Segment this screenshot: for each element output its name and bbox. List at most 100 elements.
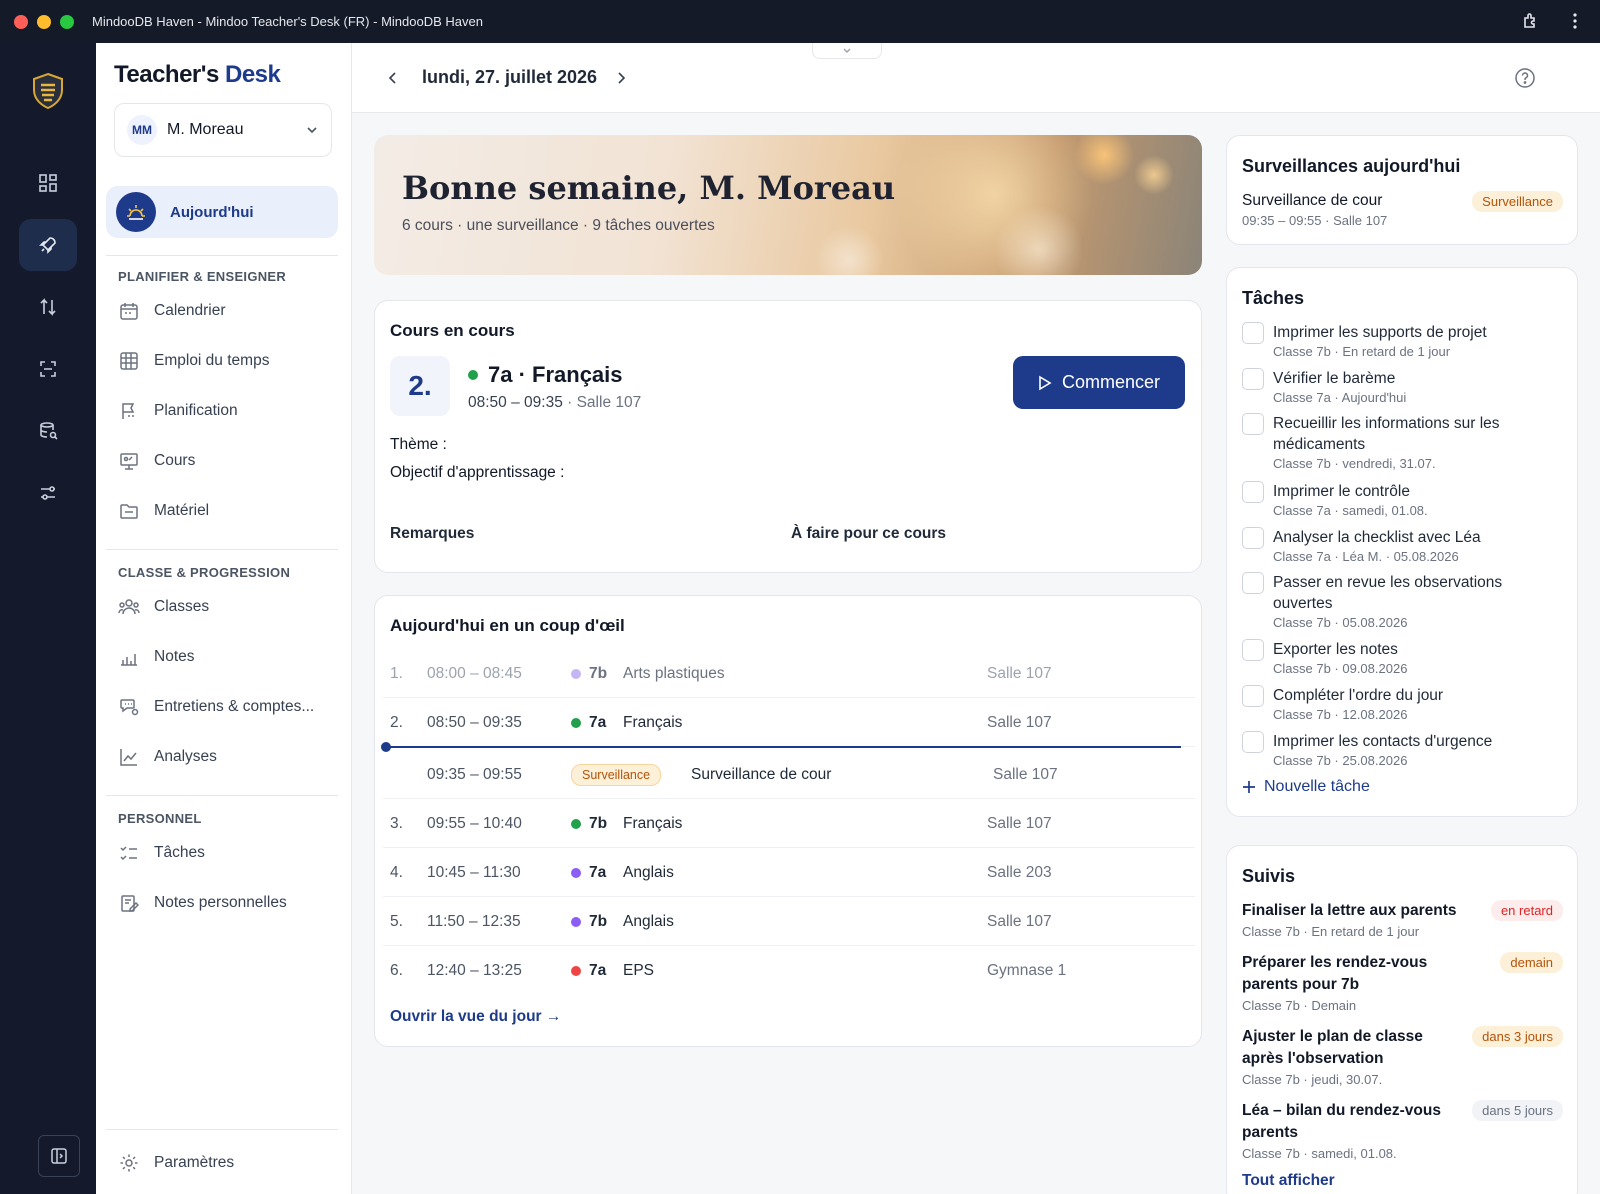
chat-icon bbox=[118, 696, 140, 718]
sidebar-toggle-button[interactable] bbox=[38, 1135, 80, 1177]
sidebar-item-label: Classes bbox=[154, 598, 210, 615]
sidebar-item-grades[interactable]: Notes bbox=[118, 641, 332, 673]
schedule-row[interactable]: 1. 08:00 – 08:45 7b Arts plastiques Sall… bbox=[383, 650, 1195, 698]
schedule-row[interactable]: 3. 09:55 – 10:40 7b Français Salle 107 bbox=[383, 800, 1195, 848]
period-number: 1. bbox=[390, 664, 403, 682]
window-title: MindooDB Haven - Mindoo Teacher's Desk (… bbox=[92, 14, 483, 29]
next-day-button[interactable] bbox=[608, 65, 634, 91]
task-checkbox[interactable] bbox=[1242, 685, 1264, 707]
task-title[interactable]: Passer en revue les observations ouverte… bbox=[1273, 572, 1562, 614]
sidebar-item-settings[interactable]: Paramètres bbox=[118, 1147, 332, 1179]
schedule-row[interactable]: 2. 08:50 – 09:35 7a Français Salle 107 bbox=[383, 699, 1195, 747]
dashboard-icon[interactable] bbox=[19, 157, 77, 209]
supervision-item-title: Surveillance de cour bbox=[1242, 192, 1383, 209]
task-title[interactable]: Imprimer le contrôle bbox=[1273, 481, 1428, 502]
task-checkbox[interactable] bbox=[1242, 481, 1264, 503]
schedule-row-supervision[interactable]: 09:35 – 09:55 Surveillance Surveillance … bbox=[383, 751, 1195, 799]
schedule-row[interactable]: 5. 11:50 – 12:35 7b Anglais Salle 107 bbox=[383, 898, 1195, 946]
user-name: M. Moreau bbox=[167, 121, 244, 138]
schedule-row[interactable]: 6. 12:40 – 13:25 7a EPS Gymnase 1 bbox=[383, 947, 1195, 995]
sidebar-item-meetings[interactable]: Entretiens & comptes... bbox=[118, 691, 332, 723]
sort-icon[interactable] bbox=[19, 281, 77, 333]
task-title[interactable]: Imprimer les contacts d'urgence bbox=[1273, 731, 1492, 752]
day-overview-card: Aujourd'hui en un coup d'œil 1. 08:00 – … bbox=[374, 595, 1202, 1047]
minimize-window-button[interactable] bbox=[37, 14, 51, 29]
start-lesson-label: Commencer bbox=[1061, 372, 1161, 392]
user-selector[interactable]: MM M. Moreau bbox=[114, 103, 332, 157]
class-color-dot bbox=[571, 966, 581, 976]
close-window-button[interactable] bbox=[14, 14, 28, 29]
task-checkbox[interactable] bbox=[1242, 368, 1264, 390]
app-rail bbox=[0, 43, 96, 1194]
card-title: Tâches bbox=[1242, 288, 1305, 308]
sidebar-item-label: Entretiens & comptes... bbox=[154, 698, 315, 715]
card-title: Cours en cours bbox=[390, 321, 515, 340]
sidebar-item-label: Aujourd'hui bbox=[170, 203, 254, 221]
sidebar-item-planning[interactable]: Planification bbox=[118, 395, 332, 427]
task-checkbox[interactable] bbox=[1242, 572, 1264, 594]
task-title[interactable]: Compléter l'ordre du jour bbox=[1273, 685, 1443, 706]
welcome-banner: Bonne semaine, M. Moreau 6 cours · une s… bbox=[374, 135, 1202, 275]
task-checkbox[interactable] bbox=[1242, 413, 1264, 435]
supervision-item[interactable]: Surveillance de cour 09:35 – 09:55 · Sal… bbox=[1242, 192, 1387, 228]
task-checkbox[interactable] bbox=[1242, 731, 1264, 753]
subject: EPS bbox=[623, 962, 655, 979]
sidebar-item-timetable[interactable]: Emploi du temps bbox=[118, 345, 332, 377]
task-checkbox[interactable] bbox=[1242, 527, 1264, 549]
room: Salle 107 bbox=[987, 814, 1052, 832]
period-number: 4. bbox=[390, 863, 403, 881]
see-all-link[interactable]: Tout afficher bbox=[1242, 1172, 1335, 1190]
sidebar-item-calendar[interactable]: Calendrier bbox=[118, 295, 332, 327]
sidebar-item-label: Paramètres bbox=[154, 1154, 235, 1171]
sidebar-item-materials[interactable]: Matériel bbox=[118, 495, 332, 527]
task-checkbox[interactable] bbox=[1242, 639, 1264, 661]
followup-badge: dans 3 jours bbox=[1472, 1026, 1563, 1047]
help-button[interactable] bbox=[1512, 65, 1538, 91]
plus-icon bbox=[1243, 781, 1255, 793]
period-number: 6. bbox=[390, 962, 403, 979]
database-search-icon[interactable] bbox=[19, 405, 77, 457]
task-title[interactable]: Vérifier le barème bbox=[1273, 368, 1406, 389]
scan-icon[interactable] bbox=[19, 343, 77, 395]
maximize-window-button[interactable] bbox=[60, 14, 74, 29]
period-number: 5. bbox=[390, 912, 403, 930]
new-task-button[interactable]: Nouvelle tâche bbox=[1242, 778, 1370, 796]
rocket-icon[interactable] bbox=[19, 219, 77, 271]
task-title[interactable]: Imprimer les supports de projet bbox=[1273, 322, 1487, 343]
subject: Surveillance de cour bbox=[691, 765, 832, 783]
schedule-row[interactable]: 4. 10:45 – 11:30 7a Anglais Salle 203 bbox=[383, 849, 1195, 897]
sidebar-item-personal-notes[interactable]: Notes personnelles bbox=[118, 887, 332, 919]
sliders-icon[interactable] bbox=[19, 467, 77, 519]
task-title[interactable]: Recueillir les informations sur les médi… bbox=[1273, 413, 1562, 455]
task-title[interactable]: Exporter les notes bbox=[1273, 639, 1407, 660]
sidebar-item-today[interactable]: Aujourd'hui bbox=[106, 186, 338, 238]
task-checkbox[interactable] bbox=[1242, 322, 1264, 344]
sidebar-item-tasks[interactable]: Tâches bbox=[118, 837, 332, 869]
collapse-header-button[interactable] bbox=[812, 43, 882, 59]
task-item: Exporter les notes Classe 7b · 09.08.2026 bbox=[1242, 639, 1562, 676]
followup-meta: Classe 7b · Demain bbox=[1242, 998, 1357, 1013]
task-meta: Classe 7a · Aujourd'hui bbox=[1273, 390, 1407, 405]
task-meta: Classe 7a · Léa M. · 05.08.2026 bbox=[1273, 549, 1459, 564]
lesson-header: 7a · Français bbox=[468, 362, 623, 388]
sidebar-item-analytics[interactable]: Analyses bbox=[118, 741, 332, 773]
extension-icon[interactable] bbox=[1520, 10, 1542, 32]
task-item: Compléter l'ordre du jour Classe 7b · 12.… bbox=[1242, 685, 1562, 722]
more-menu-icon[interactable] bbox=[1564, 10, 1586, 32]
previous-day-button[interactable] bbox=[380, 65, 406, 91]
time-range: 09:35 – 09:55 bbox=[427, 765, 522, 783]
title-bar: MindooDB Haven - Mindoo Teacher's Desk (… bbox=[0, 0, 1600, 43]
lesson-room: · Salle 107 bbox=[567, 394, 642, 411]
supervision-badge-wrap: Surveillance bbox=[571, 763, 685, 786]
sidebar-item-classes[interactable]: Classes bbox=[118, 591, 332, 623]
task-title[interactable]: Analyser la checklist avec Léa bbox=[1273, 527, 1481, 548]
sidebar: Teacher's Desk MM M. Moreau Aujourd'hui … bbox=[96, 43, 352, 1194]
sidebar-item-lessons[interactable]: Cours bbox=[118, 445, 332, 477]
subject: Français bbox=[623, 713, 683, 731]
supervision-item-sub: 09:35 – 09:55 · Salle 107 bbox=[1242, 213, 1388, 228]
class-name: 7b bbox=[589, 912, 608, 930]
users-icon bbox=[118, 596, 140, 618]
open-day-view-link[interactable]: Ouvrir la vue du jour → bbox=[390, 1008, 561, 1026]
start-lesson-button[interactable]: Commencer bbox=[1013, 356, 1185, 409]
task-meta: Classe 7b · vendredi, 31.07. bbox=[1273, 456, 1436, 471]
